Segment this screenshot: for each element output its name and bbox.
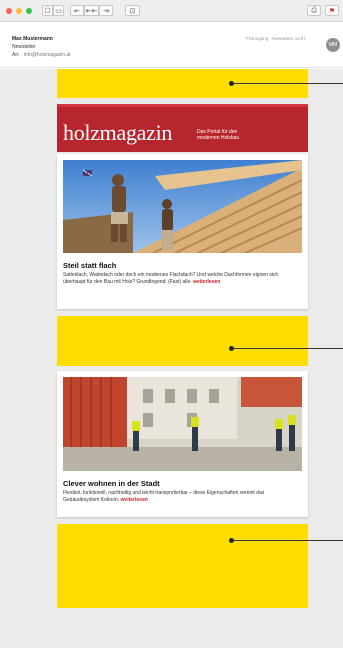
- reply-icon: ⇤: [74, 7, 80, 15]
- logo-tagline: Das Portal für den modernen Holzbau: [197, 129, 239, 141]
- recipient-label: An:: [12, 52, 20, 58]
- article-title[interactable]: Clever wohnen in der Stadt: [63, 479, 160, 488]
- annotation-line: [232, 348, 343, 349]
- reply-all-button[interactable]: ⇤⇤: [84, 5, 99, 16]
- archive-icon: ☐: [44, 7, 51, 15]
- ad-banner-middle[interactable]: [57, 316, 308, 366]
- print-icon: ⎙: [311, 6, 317, 14]
- read-more-link[interactable]: weiterlesen: [193, 279, 220, 285]
- window-toolbar: ☐ ▭ ⇤ ⇤⇤ ⇥ ⊡ ⎙ ⚑: [0, 0, 343, 22]
- recipient-line: An: Info@holzmagazin.at: [12, 52, 71, 58]
- article-photo-roof[interactable]: [63, 160, 302, 253]
- mail-subject: Newsletter: [12, 44, 36, 50]
- archive-button[interactable]: ☐: [42, 5, 53, 16]
- modular-housing-image: [63, 377, 302, 471]
- print-button[interactable]: ⎙: [307, 5, 321, 16]
- newsletter-logo-bar: holzmagazin Das Portal für den modernen …: [57, 104, 308, 152]
- teaser-text: Satteldach, Walmdach oder doch ein moder…: [63, 272, 279, 285]
- window-controls: [6, 7, 32, 14]
- article-teaser: Satteldach, Walmdach oder doch ein moder…: [63, 272, 299, 285]
- mail-meta: FSEingang - Newsletter 11:07: [246, 36, 306, 41]
- avatar: MM: [326, 38, 340, 52]
- article-photo-housing[interactable]: [63, 377, 302, 471]
- move-icon: ⊡: [129, 7, 136, 15]
- roof-construction-image: [63, 160, 302, 253]
- reply-button-group: ⇤ ⇤⇤ ⇥: [70, 5, 113, 16]
- article-teaser: Flexibel, funktionell, nachhaltig und le…: [63, 490, 299, 503]
- teaser-text: Flexibel, funktionell, nachhaltig und le…: [63, 490, 265, 503]
- sender-name[interactable]: Max Mustermann: [12, 36, 53, 42]
- mailbox-button-group: ☐ ▭: [42, 5, 64, 16]
- reply-all-icon: ⇤⇤: [85, 7, 98, 15]
- mail-header: Max Mustermann Newsletter An: Info@holzma…: [0, 22, 343, 68]
- forward-icon: ⇥: [103, 7, 109, 15]
- close-window-icon[interactable]: [6, 7, 12, 14]
- reply-button[interactable]: ⇤: [70, 5, 84, 16]
- flag-icon: ⚑: [328, 7, 336, 15]
- article-title[interactable]: Steil statt flach: [63, 261, 116, 270]
- tagline-line-2: modernen Holzbau: [197, 135, 240, 141]
- trash-icon: ▭: [55, 7, 62, 15]
- annotation-line: [232, 540, 343, 541]
- zoom-window-icon[interactable]: [26, 7, 32, 14]
- move-button[interactable]: ⊡: [125, 5, 140, 16]
- newsletter-logo[interactable]: holzmagazin: [63, 120, 172, 146]
- flag-button[interactable]: ⚑: [325, 5, 339, 16]
- minimize-window-icon[interactable]: [16, 7, 22, 14]
- ad-banner-bottom[interactable]: [57, 524, 308, 608]
- article-card: Clever wohnen in der Stadt Flexibel, fun…: [57, 371, 308, 517]
- read-more-link[interactable]: weiterlesen: [121, 497, 148, 503]
- trash-button[interactable]: ▭: [53, 5, 64, 16]
- forward-button[interactable]: ⇥: [99, 5, 113, 16]
- article-card: Steil statt flach Satteldach, Walmdach o…: [57, 154, 308, 309]
- recipient-address[interactable]: Info@holzmagazin.at: [24, 52, 71, 58]
- annotation-line: [232, 83, 343, 84]
